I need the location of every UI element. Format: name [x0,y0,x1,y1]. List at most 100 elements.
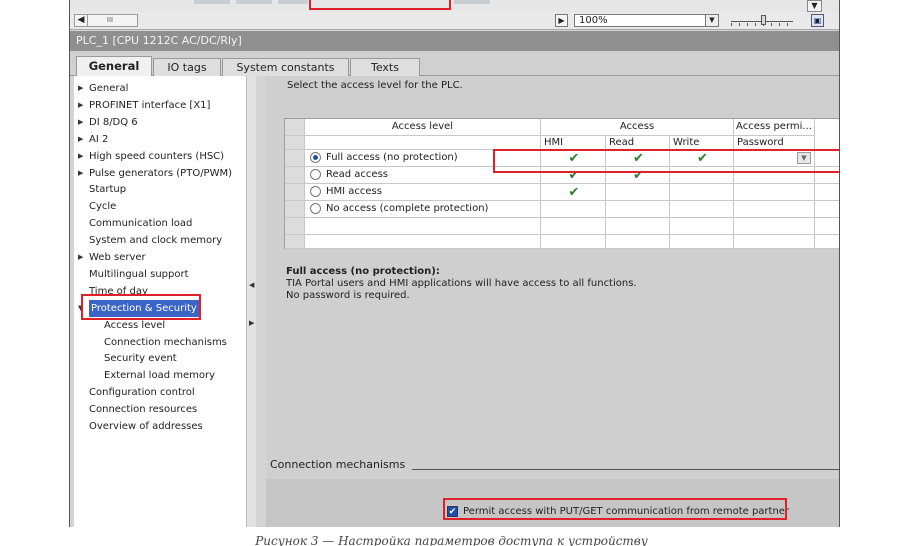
nav-item[interactable]: External load memory [74,367,244,384]
radio-button[interactable] [310,169,321,180]
nav-item-label: Startup [89,184,127,196]
nav-item-label: DI 8/DQ 6 [89,116,138,128]
slider-knob[interactable] [761,15,766,25]
nav-item-label: Connection resources [89,404,198,416]
grid-cell [606,235,670,249]
nav-item-label: Pulse generators (PTO/PWM) [89,167,233,179]
grid-cell [541,235,606,249]
top-strip-segment [278,0,308,4]
grid-cell [606,218,670,235]
grid-cell [815,218,839,235]
access-description: Full access (no protection): TIA Portal … [286,266,826,302]
tab-general[interactable]: General [76,56,152,77]
nav-item[interactable]: Startup [74,181,244,198]
scroll-right-button[interactable]: ▶ [555,14,568,27]
nav-item[interactable]: ▶ General [74,80,244,97]
zoom-select[interactable]: 100% ▼ [574,14,719,27]
top-strip-segment [454,0,490,4]
top-strip-segment [194,0,230,4]
figure-caption: Рисунок 3 — Настройка параметров доступа… [255,534,648,546]
chevron-down-icon[interactable]: ▼ [705,15,718,26]
nav-item-label: Cycle [89,201,117,213]
scroll-down-button[interactable]: ▼ [807,0,822,12]
col-header-password[interactable]: Password [734,136,815,150]
horizontal-scrollbar[interactable]: ◀ III [74,14,138,27]
col-header-access-permission[interactable]: Access permi... [734,119,815,136]
nav-item[interactable]: Communication load [74,215,244,232]
description-line: TIA Portal users and HMI applications wi… [286,278,637,289]
top-strip: ▼ [70,0,839,12]
grid-cell [285,184,305,201]
tab-system-constants[interactable]: System constants [222,58,349,76]
device-title: PLC_1 [CPU 1212C AC/DC/Rly] [70,31,839,51]
nav-item[interactable]: Overview of addresses [74,418,244,435]
access-level-table: Access level Access Access permi... HMI … [284,118,839,249]
tab-texts[interactable]: Texts [350,58,420,76]
nav-item[interactable]: ▶ Web server [74,249,244,266]
scroll-left-icon[interactable]: ◀ [75,15,88,26]
nav-item[interactable]: ▶ AI 2 [74,131,244,148]
scroll-thumb[interactable]: III [101,16,119,25]
nav-item[interactable]: Configuration control [74,384,244,401]
col-header-hmi[interactable]: HMI [541,136,606,150]
access-instruction: Select the access level for the PLC. [287,80,463,91]
nav-item-label: Connection mechanisms [104,336,227,348]
nav-item-label: System and clock memory [89,235,223,247]
nav-item[interactable]: Multilingual support [74,266,244,283]
grid-cell [285,235,305,249]
zoom-slider[interactable] [731,15,793,27]
nav-item[interactable]: ▶ High speed counters (HSC) [74,148,244,165]
grid-cell [285,150,305,167]
checkmark-icon: ✔ [568,185,580,200]
radio-button[interactable] [310,152,321,163]
col-header-access-level[interactable]: Access level [305,119,541,136]
nav-item-label: General [89,83,129,94]
caret-right-icon[interactable]: ▶ [78,80,83,97]
grid-cell [541,218,606,235]
grid-cell [285,201,305,218]
grid-cell [734,235,815,249]
radio-button[interactable] [310,203,321,214]
grid-cell [734,201,815,218]
caret-right-icon[interactable]: ▶ [78,97,83,114]
nav-item-label: High speed counters (HSC) [89,150,225,162]
nav-item[interactable]: ▶ Pulse generators (PTO/PWM) [74,165,244,182]
access-option-label: HMI access [326,186,382,197]
access-option[interactable]: HMI access [305,184,541,201]
radio-button[interactable] [310,186,321,197]
nav-item[interactable]: Connection mechanisms [74,334,244,351]
caret-right-icon[interactable]: ▶ [78,165,83,182]
access-option[interactable]: No access (complete protection) [305,201,541,218]
grid-cell [670,218,734,235]
fit-to-window-icon[interactable]: ▣ [811,14,824,27]
nav-item-label: Overview of addresses [89,421,203,432]
grid-cell [606,201,670,218]
nav-item[interactable]: Connection resources [74,401,244,418]
col-header-write[interactable]: Write [670,136,734,150]
caret-right-icon[interactable]: ▶ [78,131,83,148]
col-header-access[interactable]: Access [541,119,734,136]
access-level-panel: Select the access level for the PLC. Acc… [266,76,839,527]
caret-right-icon[interactable]: ▶ [78,114,83,131]
splitter-left-icon[interactable]: ◀ [249,281,254,289]
nav-item[interactable]: ▶ PROFINET interface [X1] [74,97,244,114]
nav-splitter[interactable]: ◀ ▶ [246,76,256,527]
col-header-read[interactable]: Read [606,136,670,150]
section-divider [412,469,839,470]
grid-cell: ✔ [541,184,606,201]
tab-bar: General IO tags System constants Texts [70,51,839,77]
nav-item[interactable]: Cycle [74,198,244,215]
caret-right-icon[interactable]: ▶ [78,249,83,266]
access-option-label: Read access [326,169,389,180]
zoom-value: 100% [579,15,608,26]
grid-cell [734,184,815,201]
grid-cell [670,235,734,249]
grid-cell [815,235,839,249]
caret-right-icon[interactable]: ▶ [78,148,83,165]
nav-item[interactable]: Security event [74,350,244,367]
view-toolbar: ◀ III ▶ 100% ▼ ▣ [70,12,839,30]
tab-io-tags[interactable]: IO tags [153,58,221,76]
nav-item[interactable]: System and clock memory [74,232,244,249]
nav-item[interactable]: ▶ DI 8/DQ 6 [74,114,244,131]
splitter-right-icon[interactable]: ▶ [249,319,254,327]
